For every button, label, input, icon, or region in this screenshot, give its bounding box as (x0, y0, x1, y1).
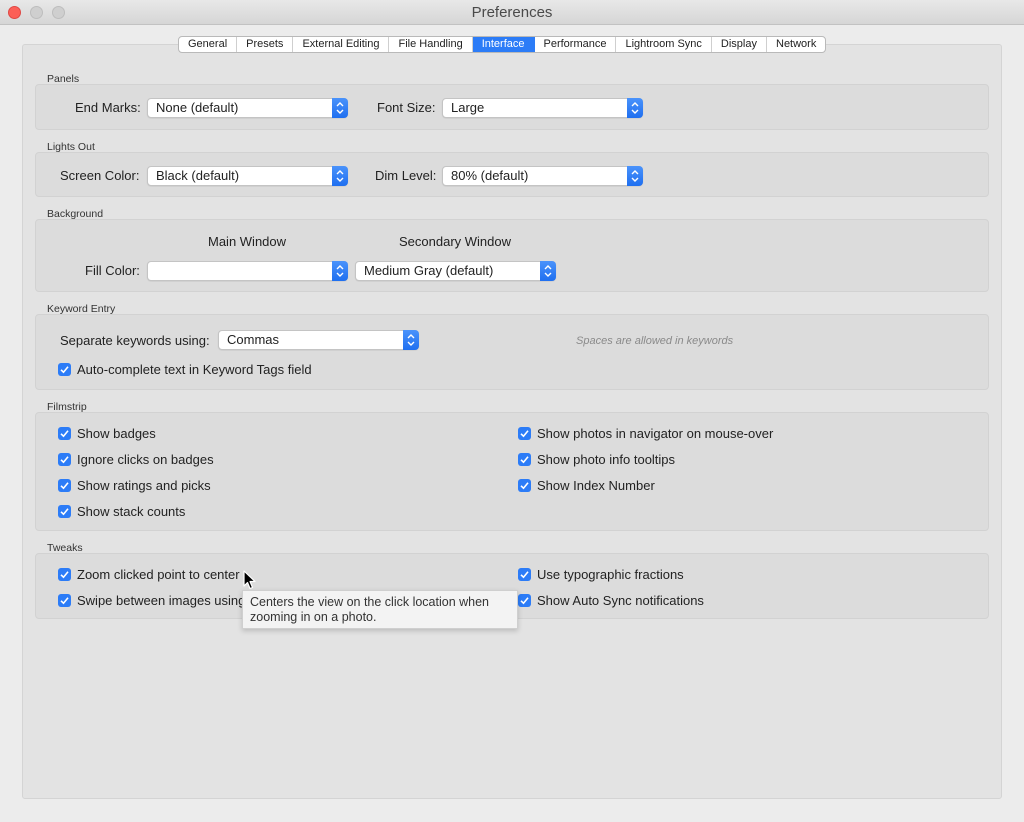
tab-file-handling[interactable]: File Handling (389, 37, 473, 52)
show-badges-label: Show badges (77, 426, 156, 441)
end-marks-value: None (default) (156, 100, 239, 115)
tab-lightroom-sync[interactable]: Lightroom Sync (616, 37, 712, 52)
updown-chevron-icon (627, 98, 643, 118)
checkmark-icon (58, 505, 71, 518)
show-index-number-label: Show Index Number (537, 478, 655, 493)
updown-chevron-icon (627, 166, 643, 186)
screen-color-select[interactable]: Black (default) (147, 166, 348, 186)
updown-chevron-icon (332, 98, 348, 118)
secondary-window-fill-select[interactable]: Medium Gray (default) (355, 261, 556, 281)
updown-chevron-icon (403, 330, 419, 350)
tab-bar: General Presets External Editing File Ha… (178, 36, 827, 53)
end-marks-select[interactable]: None (default) (147, 98, 348, 118)
ignore-clicks-on-badges-label: Ignore clicks on badges (77, 452, 214, 467)
show-photos-in-navigator-label: Show photos in navigator on mouse-over (537, 426, 774, 441)
zoom-clicked-point-label: Zoom clicked point to center (77, 567, 240, 582)
secondary-window-fill-value: Medium Gray (default) (364, 263, 494, 278)
window-title: Preferences (471, 4, 553, 21)
show-auto-sync-notifications-label: Show Auto Sync notifications (537, 593, 704, 608)
tab-external-editing[interactable]: External Editing (293, 37, 390, 52)
main-window-label: Main Window (208, 234, 287, 249)
separate-keywords-select[interactable]: Commas (218, 330, 419, 350)
checkmark-icon (58, 594, 71, 607)
tab-interface[interactable]: Interface (472, 37, 535, 52)
tab-display[interactable]: Display (712, 37, 767, 52)
secondary-window-label: Secondary Window (399, 234, 511, 249)
show-photo-info-tooltips-label: Show photo info tooltips (537, 452, 676, 467)
checkmark-icon (58, 427, 71, 440)
swipe-between-images-label: Swipe between images using (77, 593, 246, 608)
separate-keywords-value: Commas (227, 332, 280, 347)
checkmark-icon (518, 453, 531, 466)
checkmark-icon (518, 594, 531, 607)
keyword-spaces-hint: Spaces are allowed in keywords (576, 335, 734, 347)
checkmark-icon (58, 568, 71, 581)
dim-level-label: Dim Level: (375, 168, 437, 183)
background-section (35, 219, 989, 292)
dim-level-select[interactable]: 80% (default) (442, 166, 643, 186)
title-bar: Preferences (0, 0, 1024, 25)
keyword-entry-section (35, 314, 989, 390)
main-window-fill-select[interactable] (147, 261, 348, 281)
tab-performance[interactable]: Performance (535, 37, 617, 52)
fill-color-label: Fill Color: (85, 263, 140, 278)
show-stack-counts-label: Show stack counts (77, 504, 186, 519)
checkmark-icon (58, 453, 71, 466)
autocomplete-keywords-label: Auto-complete text in Keyword Tags field (77, 362, 312, 377)
updown-chevron-icon (540, 261, 556, 281)
font-size-value: Large (451, 100, 485, 115)
screen-color-label: Screen Color: (60, 168, 140, 183)
tab-presets[interactable]: Presets (237, 37, 294, 52)
checkmark-icon (58, 363, 71, 376)
tab-general[interactable]: General (179, 37, 238, 52)
checkmark-icon (518, 479, 531, 492)
dim-level-value: 80% (default) (451, 168, 529, 183)
font-size-label: Font Size: (377, 100, 436, 115)
updown-chevron-icon (332, 166, 348, 186)
checkmark-icon (518, 427, 531, 440)
screen-color-value: Black (default) (156, 168, 240, 183)
arrow-cursor-icon (243, 570, 257, 595)
font-size-select[interactable]: Large (442, 98, 643, 118)
zoom-tooltip: Centers the view on the click location w… (242, 590, 518, 629)
use-typographic-fractions-label: Use typographic fractions (537, 567, 684, 582)
checkmark-icon (58, 479, 71, 492)
end-marks-label: End Marks: (75, 100, 141, 115)
tab-network[interactable]: Network (767, 37, 825, 52)
show-ratings-and-picks-label: Show ratings and picks (77, 478, 211, 493)
updown-chevron-icon (332, 261, 348, 281)
separate-keywords-label: Separate keywords using: (60, 333, 210, 348)
checkmark-icon (518, 568, 531, 581)
